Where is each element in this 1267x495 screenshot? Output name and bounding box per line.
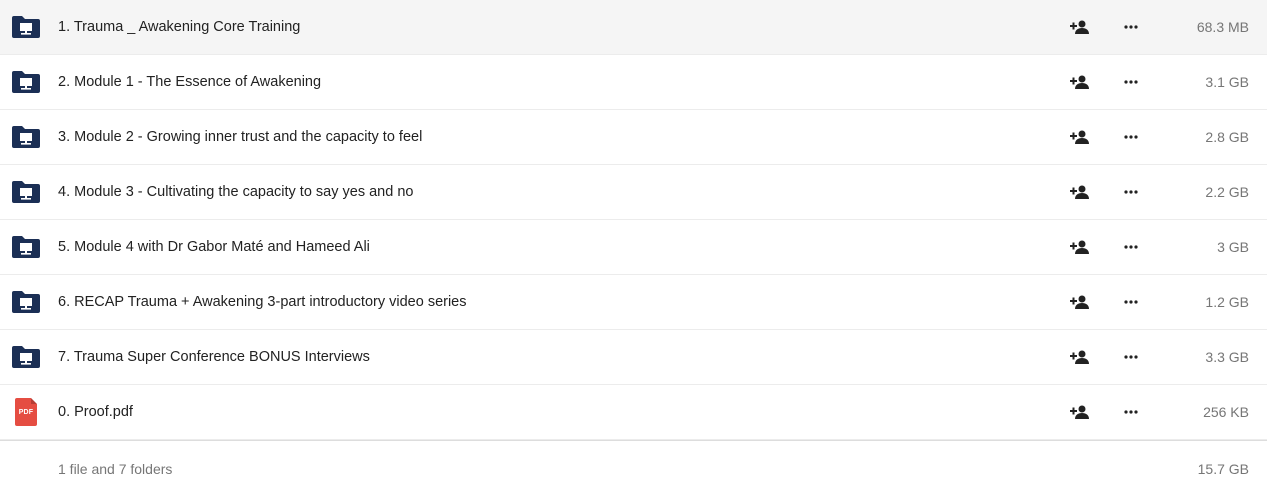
file-row-4[interactable]: 5. Module 4 with Dr Gabor Maté and Hamee… <box>0 220 1267 275</box>
file-row-6[interactable]: 7. Trauma Super Conference BONUS Intervi… <box>0 330 1267 385</box>
more-options-icon[interactable] <box>1121 348 1141 366</box>
file-size: 2.8 GB <box>1205 129 1249 145</box>
file-row-2[interactable]: 3. Module 2 - Growing inner trust and th… <box>0 110 1267 165</box>
share-user-icon[interactable] <box>1069 293 1091 311</box>
share-user-icon[interactable] <box>1069 18 1091 36</box>
list-summary: 1 file and 7 folders 15.7 GB <box>0 440 1267 495</box>
summary-total-size: 15.7 GB <box>1197 461 1249 477</box>
file-size: 3.1 GB <box>1205 74 1249 90</box>
share-user-icon[interactable] <box>1069 128 1091 146</box>
shared-folder-icon <box>10 344 42 370</box>
share-user-icon[interactable] <box>1069 73 1091 91</box>
file-list: 1. Trauma _ Awakening Core Training 68.3… <box>0 0 1267 495</box>
pdf-badge: PDF <box>15 398 37 426</box>
more-options-icon[interactable] <box>1121 183 1141 201</box>
file-name: 1. Trauma _ Awakening Core Training <box>58 19 301 35</box>
file-row-5[interactable]: 6. RECAP Trauma + Awakening 3-part intro… <box>0 275 1267 330</box>
file-row-3[interactable]: 4. Module 3 - Cultivating the capacity t… <box>0 165 1267 220</box>
file-size: 2.2 GB <box>1205 184 1249 200</box>
share-user-icon[interactable] <box>1069 238 1091 256</box>
file-name: 6. RECAP Trauma + Awakening 3-part intro… <box>58 294 467 310</box>
shared-folder-icon <box>10 234 42 260</box>
more-options-icon[interactable] <box>1121 403 1141 421</box>
shared-folder-icon <box>10 289 42 315</box>
share-user-icon[interactable] <box>1069 183 1091 201</box>
share-user-icon[interactable] <box>1069 348 1091 366</box>
file-size: 1.2 GB <box>1205 294 1249 310</box>
more-options-icon[interactable] <box>1121 128 1141 146</box>
file-row-7[interactable]: PDF 0. Proof.pdf 256 KB <box>0 385 1267 440</box>
more-options-icon[interactable] <box>1121 18 1141 36</box>
shared-folder-icon <box>10 14 42 40</box>
file-size: 256 KB <box>1203 404 1249 420</box>
file-size: 3.3 GB <box>1205 349 1249 365</box>
more-options-icon[interactable] <box>1121 293 1141 311</box>
file-size: 68.3 MB <box>1196 19 1249 35</box>
file-row-1[interactable]: 2. Module 1 - The Essence of Awakening 3… <box>0 55 1267 110</box>
file-name: 0. Proof.pdf <box>58 404 133 420</box>
more-options-icon[interactable] <box>1121 73 1141 91</box>
file-size: 3 GB <box>1217 239 1249 255</box>
summary-count: 1 file and 7 folders <box>58 461 173 477</box>
file-name: 4. Module 3 - Cultivating the capacity t… <box>58 184 414 200</box>
share-user-icon[interactable] <box>1069 403 1091 421</box>
file-row-0[interactable]: 1. Trauma _ Awakening Core Training 68.3… <box>0 0 1267 55</box>
shared-folder-icon <box>10 69 42 95</box>
file-name: 2. Module 1 - The Essence of Awakening <box>58 74 322 90</box>
pdf-file-icon: PDF <box>10 398 42 426</box>
more-options-icon[interactable] <box>1121 238 1141 256</box>
file-name: 5. Module 4 with Dr Gabor Maté and Hamee… <box>58 239 370 255</box>
shared-folder-icon <box>10 179 42 205</box>
shared-folder-icon <box>10 124 42 150</box>
file-name: 3. Module 2 - Growing inner trust and th… <box>58 129 423 145</box>
file-name: 7. Trauma Super Conference BONUS Intervi… <box>58 349 370 365</box>
